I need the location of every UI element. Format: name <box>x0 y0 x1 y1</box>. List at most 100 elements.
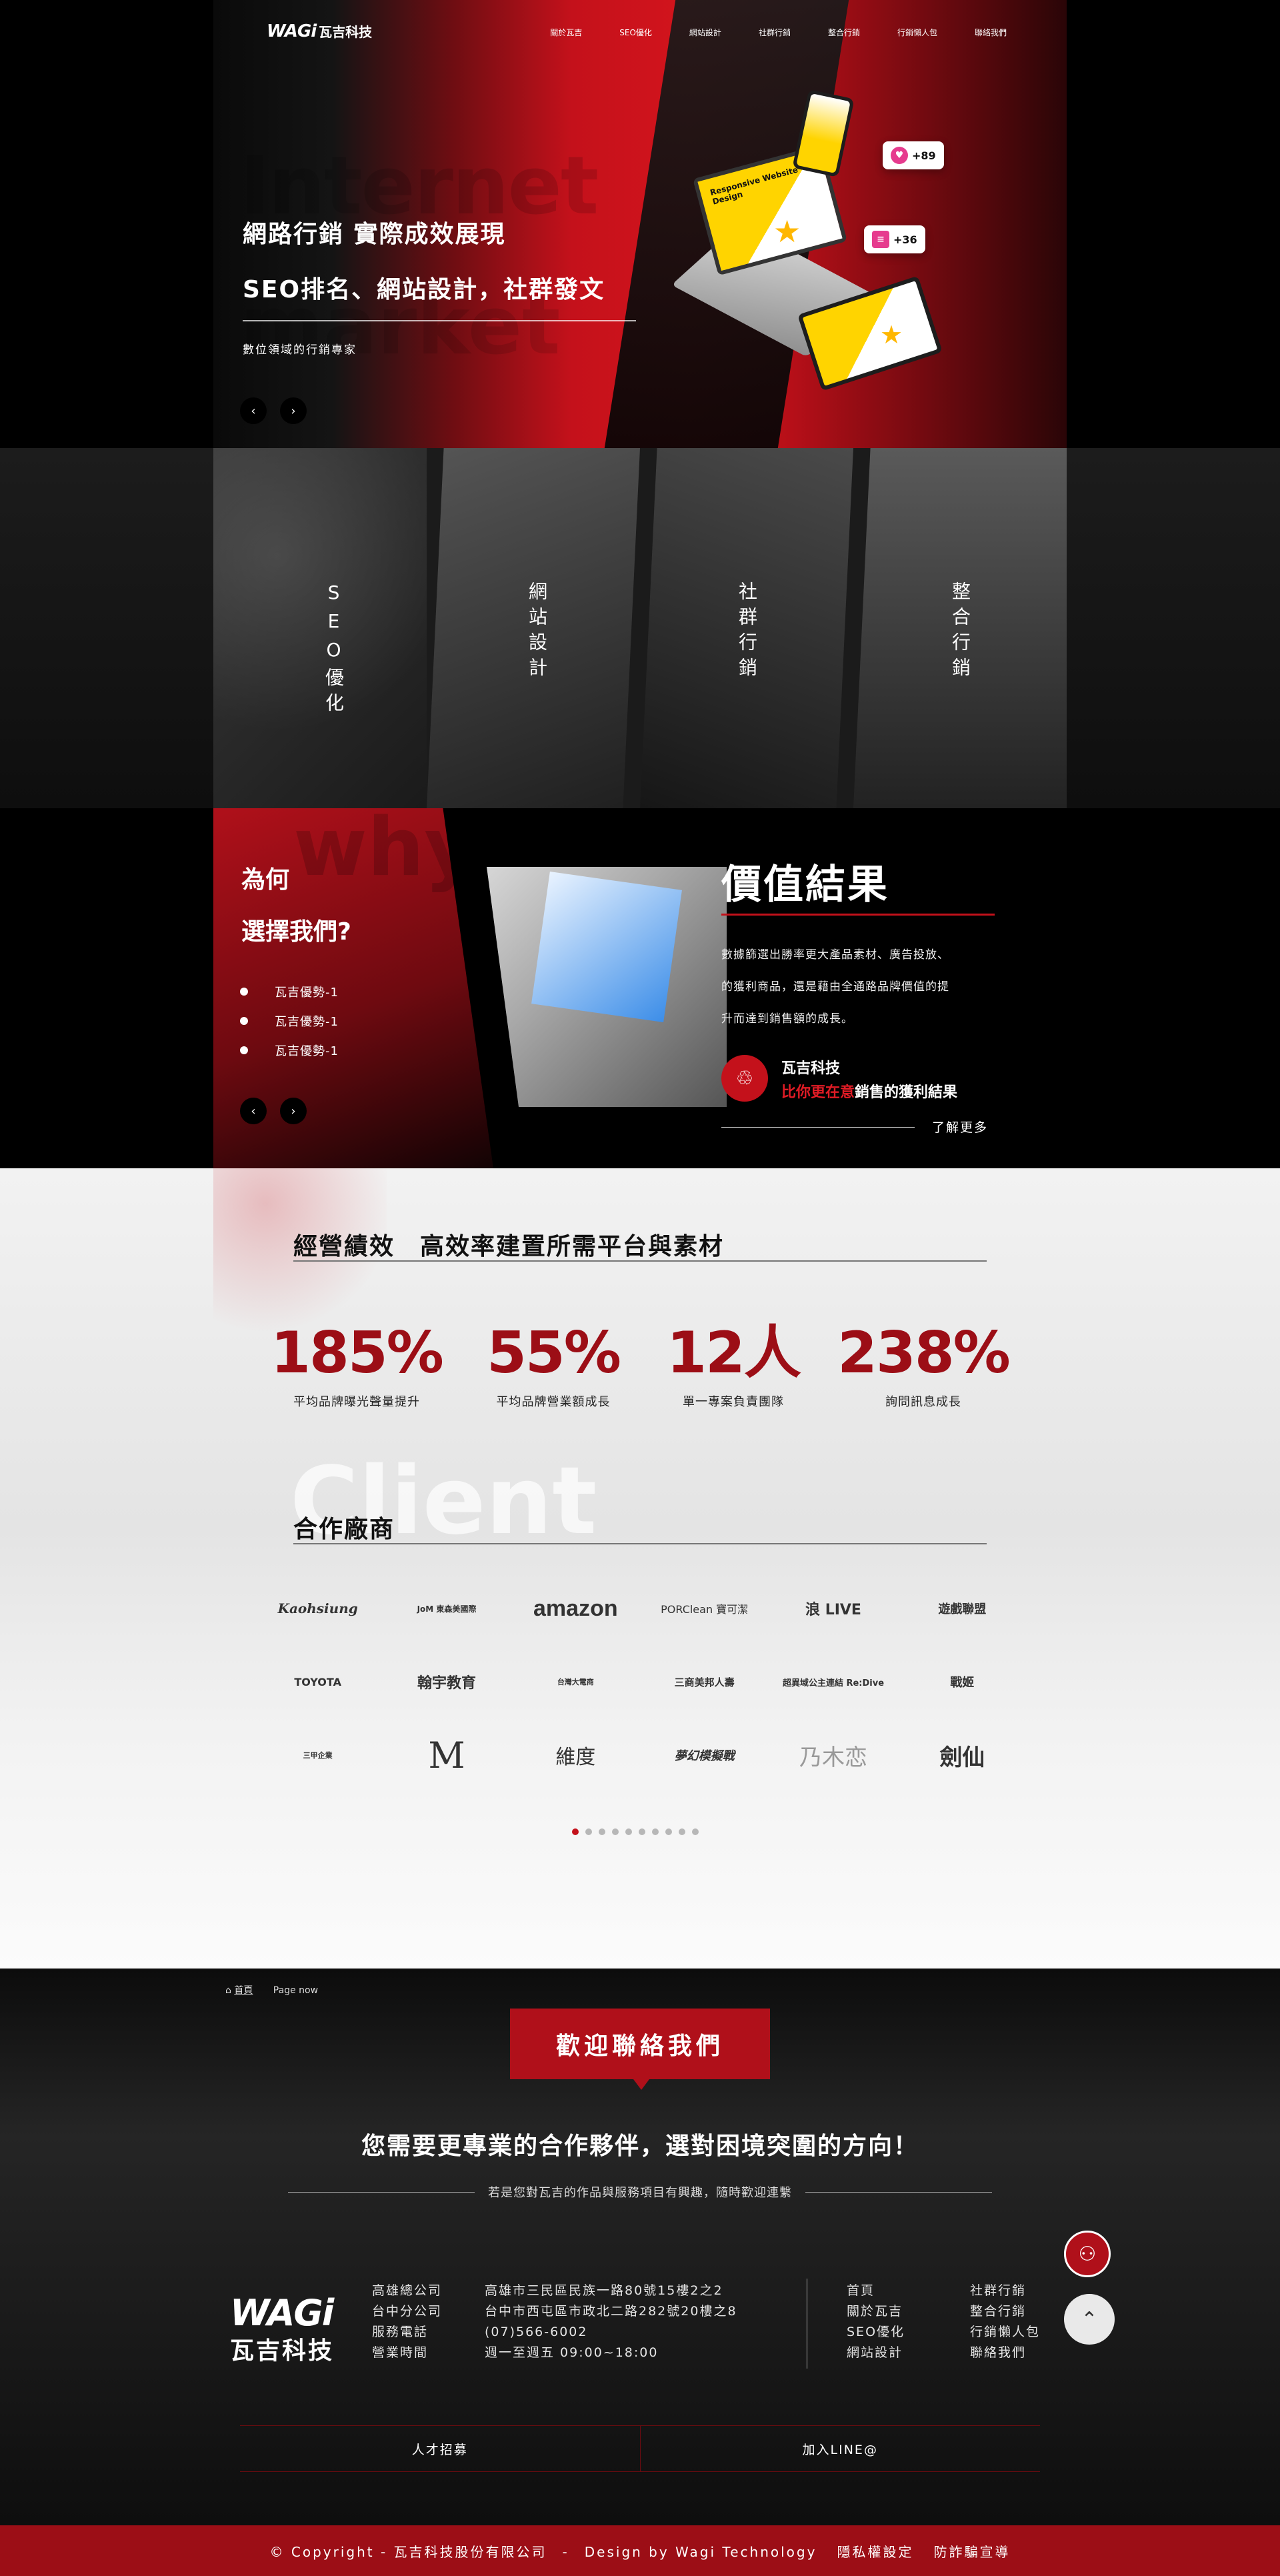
pagination-dot[interactable] <box>692 1828 699 1835</box>
nav-integrated[interactable]: 整合行銷 <box>828 27 860 38</box>
nav-social[interactable]: 社群行銷 <box>759 27 791 38</box>
service-panel-integrated[interactable]: 整合行銷 <box>853 448 1067 808</box>
footer-link-about[interactable]: 關於瓦吉 <box>847 2301 905 2322</box>
pagination-dot[interactable] <box>612 1828 619 1835</box>
service-label-integrated: 整合行銷 <box>949 581 971 683</box>
client-logo: 戰姬 <box>950 1676 975 1690</box>
breadcrumb-current: Page now <box>273 1985 319 1996</box>
value-text-line: 升而達到銷售額的成長。 <box>721 1012 853 1026</box>
services-section: SEO優化 網站設計 社群行銷 整合行銷 <box>0 448 1280 808</box>
contact-section: ⌂ 首頁 Page now 歡迎聯絡我們 您需要更專業的合作夥伴，選對困境突圍的… <box>0 1969 1280 2525</box>
slogan-white: 銷售的獲利結果 <box>855 1084 958 1101</box>
footer-link-seo[interactable]: SEO優化 <box>847 2322 905 2343</box>
client-logo: 浪 LIVE <box>805 1602 861 1618</box>
nav-web-design[interactable]: 網站設計 <box>689 27 721 38</box>
nav-contact[interactable]: 聯絡我們 <box>975 27 1007 38</box>
pagination-dot[interactable] <box>572 1828 579 1835</box>
why-company-name: 瓦吉科技 <box>781 1060 841 1077</box>
office-labels: 高雄總公司 台中分公司 服務電話 營業時間 <box>372 2281 442 2363</box>
service-label-web: 網站設計 <box>526 581 548 683</box>
office-hours: 週一至週五 09:00~18:00 <box>485 2345 659 2360</box>
nav-seo[interactable]: SEO優化 <box>619 27 652 38</box>
advantage-list: 瓦吉優勢-1 瓦吉優勢-1 瓦吉優勢-1 <box>240 983 339 1071</box>
learn-more-link[interactable]: 了解更多 <box>932 1118 988 1136</box>
logo-latin: WAGi <box>267 21 317 41</box>
office-values: 高雄市三民區民族一路80號15樓2之2 台中市西屯區市政北二路282號20樓之8… <box>485 2281 737 2363</box>
hero-next-button[interactable]: › <box>280 397 307 424</box>
service-panel-web[interactable]: 網站設計 <box>427 448 640 808</box>
footer-link-pack[interactable]: 行銷懶人包 <box>970 2322 1040 2343</box>
why-prev-button[interactable]: ‹ <box>240 1098 267 1124</box>
pagination-dot[interactable] <box>625 1828 632 1835</box>
footer-link-integrated[interactable]: 整合行銷 <box>970 2301 1040 2322</box>
nav-about[interactable]: 關於瓦吉 <box>550 27 582 38</box>
footer-links-col1: 首頁 關於瓦吉 SEO優化 網站設計 <box>847 2281 905 2363</box>
recruit-link[interactable]: 人才招募 <box>240 2426 641 2471</box>
why-title-2: 選擇我們? <box>241 918 351 946</box>
slogan-red: 比你更在意 <box>781 1084 855 1101</box>
office-label: 營業時間 <box>372 2345 429 2360</box>
more-line <box>721 1127 915 1128</box>
pagination-dot[interactable] <box>639 1828 645 1835</box>
hero-prev-button[interactable]: ‹ <box>240 397 267 424</box>
fraud-link[interactable]: 防詐騙宣導 <box>933 2541 1010 2561</box>
service-label-seo: SEO優化 <box>323 581 345 718</box>
stat-number: 12人 <box>667 1320 801 1386</box>
hero-headline-1: 網路行銷 實際成效展現 <box>243 221 506 248</box>
stat-team: 12人 單一專案負責團隊 <box>653 1324 813 1410</box>
value-text-line: 數據篩選出勝率更大產品素材、廣告投放、 <box>721 948 949 962</box>
stats-section: 經營績效 高效率建置所需平台與素材 185% 平均品牌曝光聲量提升 55% 平均… <box>0 1168 1280 1969</box>
office-address-kaohsiung: 高雄市三民區民族一路80號15樓2之2 <box>485 2283 723 2298</box>
privacy-link[interactable]: 隱私權設定 <box>837 2541 913 2561</box>
value-description: 數據篩選出勝率更大產品素材、廣告投放、 的獲利商品，還是藉由全通路品牌價值的提 … <box>721 939 949 1035</box>
office-phone[interactable]: (07)566-6002 <box>485 2322 737 2343</box>
footer-link-contact[interactable]: 聯絡我們 <box>970 2343 1040 2363</box>
value-text-line: 的獲利商品，還是藉由全通路品牌價值的提 <box>721 980 949 994</box>
likes-count: +89 <box>912 149 936 162</box>
why-us-section: why 為何 選擇我們? 瓦吉優勢-1 瓦吉優勢-1 瓦吉優勢-1 ‹ › 價值… <box>0 808 1280 1168</box>
office-label: 高雄總公司 <box>372 2283 443 2298</box>
breadcrumb-home[interactable]: 首頁 <box>234 1985 253 1996</box>
back-to-top-button[interactable]: ⌃ <box>1064 2294 1115 2345</box>
footer-bottom-links: 人才招募 加入LINE@ <box>240 2425 1040 2472</box>
hero-subtitle: 數位領域的行銷專家 <box>243 343 357 357</box>
client-logo: amazon <box>533 1595 618 1621</box>
footer-link-web[interactable]: 網站設計 <box>847 2343 905 2363</box>
contact-heading: 您需要更專業的合作夥伴，選對困境突圍的方向！ <box>361 2133 919 2160</box>
stat-label: 詢問訊息成長 <box>885 1395 961 1409</box>
footer-link-social[interactable]: 社群行銷 <box>970 2281 1040 2301</box>
services-panels: SEO優化 網站設計 社群行銷 整合行銷 <box>213 448 1067 808</box>
office-label: 服務電話 <box>372 2325 429 2339</box>
client-logo: 遊戲聯盟 <box>938 1602 987 1616</box>
footer-links-col2: 社群行銷 整合行銷 行銷懶人包 聯絡我們 <box>970 2281 1040 2363</box>
client-logo: PORClean 寶可潔 <box>661 1603 749 1616</box>
pagination-dot[interactable] <box>679 1828 685 1835</box>
stat-label: 平均品牌營業額成長 <box>496 1395 611 1409</box>
nav-marketing-pack[interactable]: 行銷懶人包 <box>897 27 937 38</box>
tablet-photo <box>487 867 727 1107</box>
stat-number: 238% <box>837 1320 1011 1386</box>
client-logo: 維度 <box>555 1746 596 1769</box>
pagination-dot[interactable] <box>652 1828 659 1835</box>
heart-icon: ♥ <box>891 147 908 164</box>
pagination-dot[interactable] <box>585 1828 592 1835</box>
site-logo[interactable]: WAGi 瓦吉科技 <box>267 21 372 41</box>
clients-title: 合作廠商 <box>293 1516 395 1543</box>
hero-banner: Internet market WAGi 瓦吉科技 關於瓦吉 SEO優化 網站設… <box>213 0 1067 448</box>
office-address-taichung: 台中市西屯區市政北二路282號20樓之8 <box>485 2304 737 2319</box>
line-join-link[interactable]: 加入LINE@ <box>641 2426 1041 2471</box>
pagination-dot[interactable] <box>665 1828 672 1835</box>
contact-subtitle: 若是您對瓦吉的作品與服務項目有興趣，隨時歡迎連繫 <box>288 2183 992 2201</box>
service-panel-seo[interactable]: SEO優化 <box>213 448 427 808</box>
pagination-dot[interactable] <box>599 1828 605 1835</box>
footer-logo-zh: 瓦吉科技 <box>230 2337 335 2365</box>
service-panel-social[interactable]: 社群行銷 <box>640 448 853 808</box>
logo-zh: 瓦吉科技 <box>319 24 373 40</box>
footer-link-home[interactable]: 首頁 <box>847 2281 905 2301</box>
advantage-item: 瓦吉優勢-1 <box>240 983 339 1000</box>
client-logo-grid: Kaohsiung JoM 東森美國際 amazon PORClean 寶可潔 … <box>253 1588 1027 1776</box>
chat-handshake-button[interactable]: ⚇ <box>1064 2231 1111 2277</box>
client-logo: M <box>428 1734 465 1776</box>
footer-logo[interactable]: WAGi 瓦吉科技 <box>230 2295 334 2366</box>
why-next-button[interactable]: › <box>280 1098 307 1124</box>
